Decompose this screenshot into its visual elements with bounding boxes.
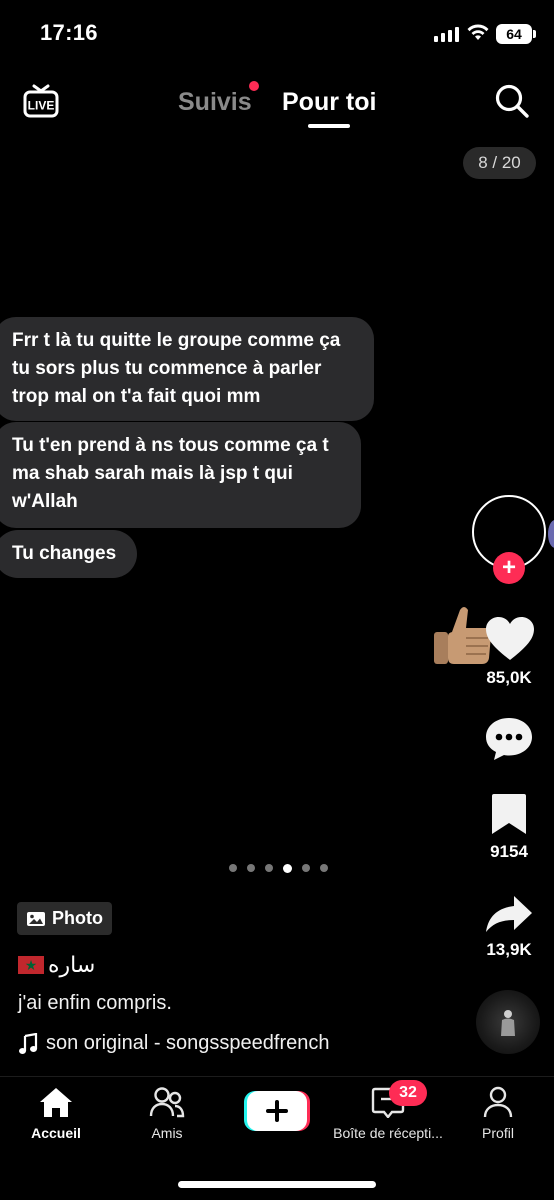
carousel-dot	[229, 864, 237, 872]
carousel-dot	[247, 864, 255, 872]
active-tab-underline	[308, 124, 350, 128]
music-disc-artwork-icon	[501, 1010, 515, 1036]
message-line: tu sors plus tu commence à parler	[12, 358, 322, 379]
nav-home[interactable]: Accueil	[25, 1086, 87, 1141]
search-icon[interactable]	[494, 83, 530, 119]
nav-friends[interactable]: Amis	[136, 1086, 198, 1141]
carousel-dot	[265, 864, 273, 872]
nav-inbox-label: Boîte de récepti...	[333, 1125, 443, 1141]
tab-following[interactable]: Suivis	[178, 88, 252, 117]
photo-tag: Photo	[17, 902, 112, 935]
home-indicator	[178, 1181, 376, 1188]
status-time: 17:16	[40, 20, 98, 45]
nav-divider	[0, 1076, 554, 1077]
nav-home-label: Accueil	[31, 1125, 81, 1141]
carousel-dot	[320, 864, 328, 872]
message-bubble: Frr t là tu quitte le groupe comme ça tu…	[0, 317, 374, 421]
nav-friends-label: Amis	[151, 1125, 183, 1141]
follow-plus-button[interactable]: +	[493, 552, 525, 584]
author-name-text: ساره	[48, 952, 96, 977]
create-plus-button[interactable]	[244, 1090, 310, 1132]
wifi-icon	[467, 24, 489, 40]
author-name[interactable]: ★ ساره	[18, 952, 95, 978]
nav-inbox[interactable]: Boîte de récepti...	[330, 1086, 446, 1141]
message-line: trop mal on t'a fait quoi mm	[12, 386, 261, 407]
photo-counter: 8 / 20	[463, 147, 536, 179]
message-line: Frr t là tu quitte le groupe comme ça	[12, 330, 341, 351]
morocco-flag-icon: ★	[18, 956, 44, 974]
carousel-dot	[302, 864, 310, 872]
sound-name: son original - songsspeedfrench	[46, 1032, 330, 1054]
tab-for-you[interactable]: Pour toi	[282, 88, 376, 117]
carousel-dot-active	[283, 863, 292, 873]
sound-link[interactable]: son original - songsspeedfrench	[18, 1032, 330, 1055]
battery-tip	[533, 30, 536, 38]
comment-icon[interactable]	[484, 716, 534, 762]
bookmark-icon[interactable]	[490, 792, 528, 836]
message-bubble: Tu t'en prend à ns tous comme ça t ma sh…	[0, 422, 361, 528]
message-line: w'Allah	[12, 491, 78, 512]
share-count: 13,9K	[486, 940, 532, 959]
home-icon	[40, 1088, 72, 1117]
nav-profile[interactable]: Profil	[470, 1086, 526, 1141]
live-label: LIVE	[28, 99, 55, 113]
cellular-signal-icon	[434, 26, 459, 42]
image-icon	[27, 911, 45, 926]
profile-icon	[483, 1086, 513, 1118]
inbox-badge: 32	[389, 1080, 427, 1106]
nav-profile-label: Profil	[482, 1125, 514, 1141]
photo-tag-label: Photo	[52, 908, 103, 928]
live-tv-icon[interactable]: LIVE	[22, 82, 60, 120]
carousel-dots	[229, 863, 328, 873]
music-note-icon	[19, 1032, 38, 1054]
next-avatar-edge	[548, 520, 554, 548]
message-bubble: Tu changes	[0, 530, 137, 578]
message-line: Tu t'en prend à ns tous comme ça t	[12, 435, 329, 456]
heart-icon[interactable]	[484, 616, 536, 662]
message-line: ma shab sarah mais là jsp t qui	[12, 463, 293, 484]
share-icon[interactable]	[484, 894, 534, 934]
following-notification-dot	[249, 81, 259, 91]
bookmark-count: 9154	[490, 842, 528, 861]
battery-indicator: 64	[496, 24, 532, 44]
like-count: 85,0K	[486, 668, 532, 687]
message-line: Tu changes	[12, 543, 117, 564]
friends-icon	[149, 1087, 185, 1118]
post-description: j'ai enfin compris.	[18, 992, 172, 1014]
